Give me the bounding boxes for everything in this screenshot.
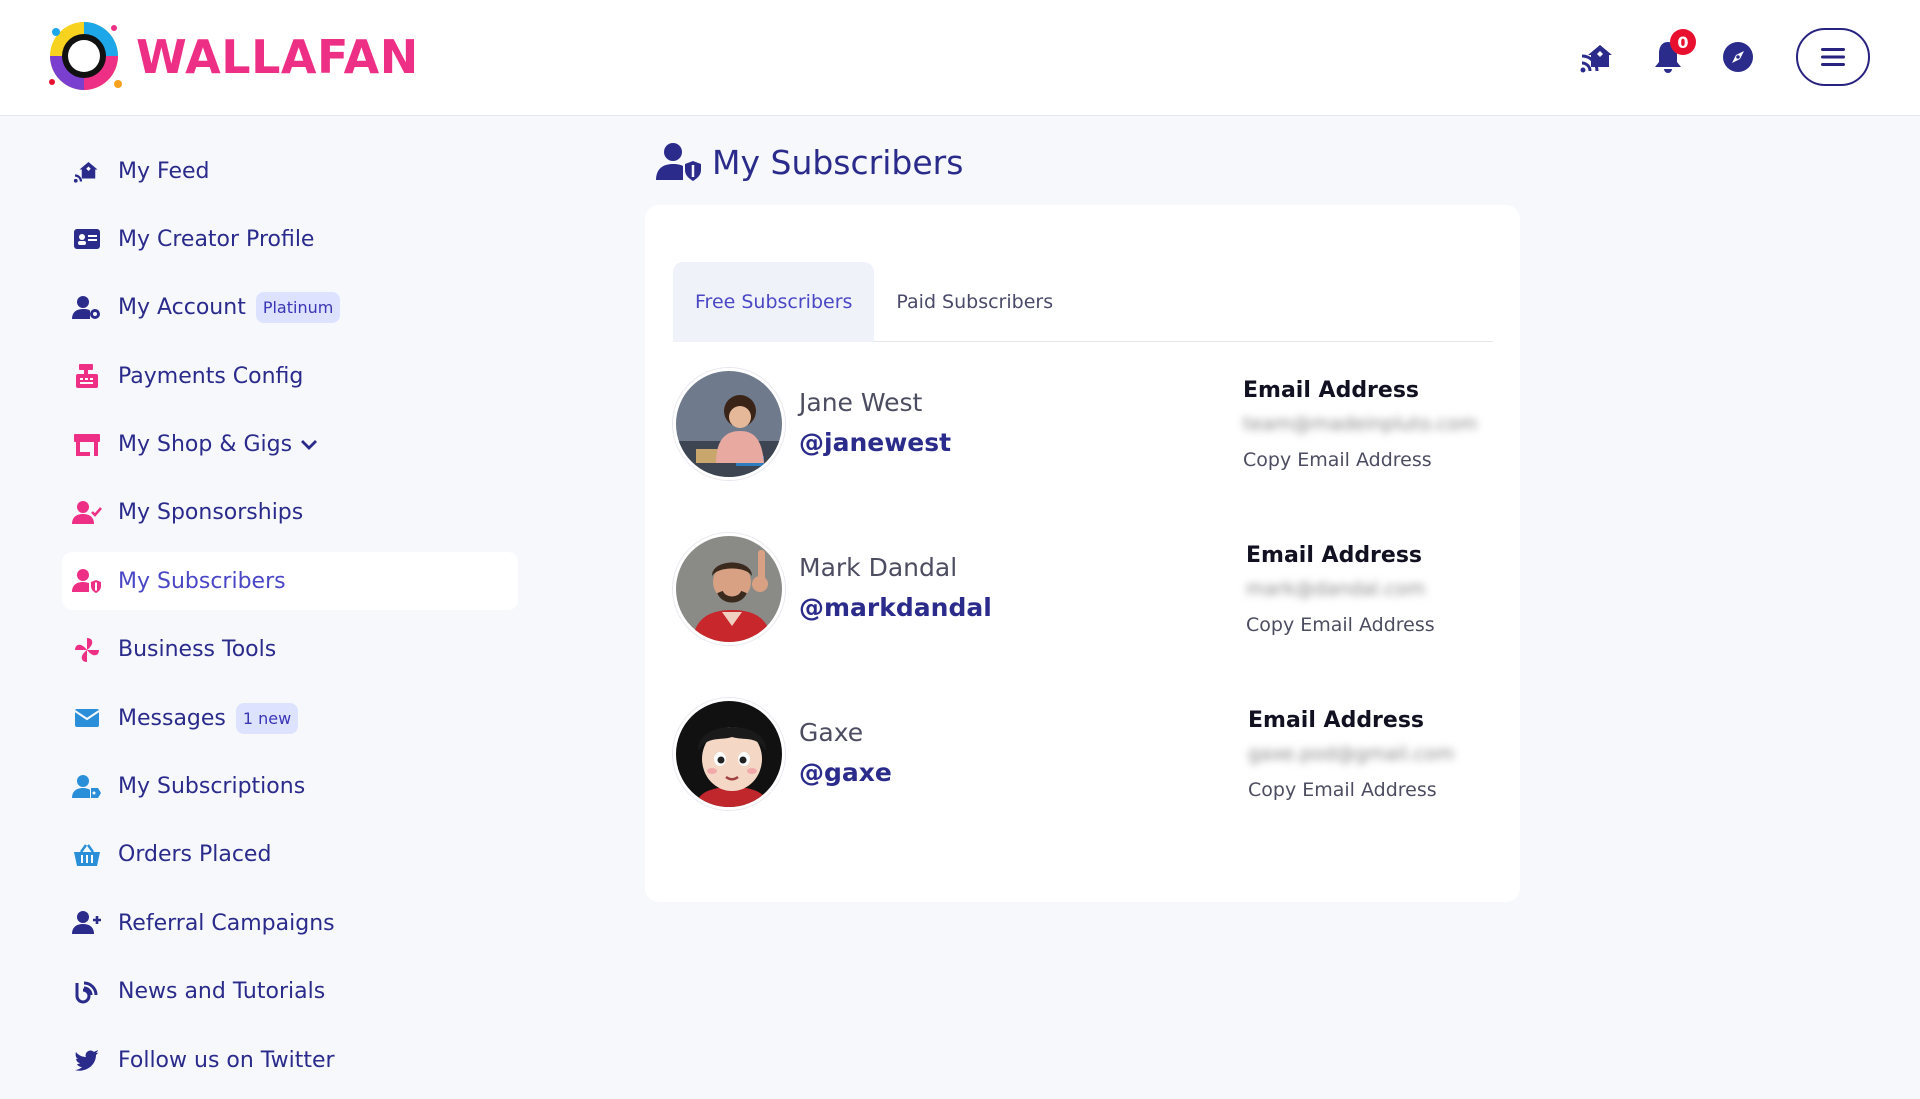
- sidebar-item-label: News and Tutorials: [118, 979, 326, 1005]
- envelope-icon: [72, 703, 102, 733]
- sidebar-item-my-feed[interactable]: My Feed: [62, 142, 518, 200]
- sidebar-item-label: Orders Placed: [118, 842, 272, 868]
- bell-icon[interactable]: 0: [1648, 29, 1696, 77]
- sidebar-item-label: My Subscriptions: [118, 774, 306, 800]
- sidebar-item-label: Referral Campaigns: [118, 910, 335, 936]
- sidebar-item-label: My Account: [118, 295, 246, 321]
- pinwheel-icon: [72, 635, 102, 665]
- sidebar-item-payments-config[interactable]: Payments Config: [62, 347, 518, 405]
- plan-badge: Platinum: [255, 292, 341, 324]
- top-actions: 0: [1578, 28, 1870, 86]
- email-value: team@madeinpluto.com: [1243, 413, 1478, 435]
- sidebar-item-label: Business Tools: [118, 637, 277, 663]
- sidebar-item-orders-placed[interactable]: Orders Placed: [62, 826, 518, 884]
- feed-icon[interactable]: [1578, 37, 1618, 77]
- subscriber-handle[interactable]: @janewest: [799, 428, 951, 457]
- sidebar-item-my-creator-profile[interactable]: My Creator Profile: [62, 210, 518, 268]
- copy-email-button[interactable]: Copy Email Address: [1243, 449, 1493, 471]
- sidebar-item-referral-campaigns[interactable]: Referral Campaigns: [62, 894, 518, 952]
- sidebar-item-news-and-tutorials[interactable]: News and Tutorials: [62, 963, 518, 1021]
- notification-badge: 0: [1670, 29, 1696, 55]
- twitter-icon: [72, 1045, 102, 1075]
- brand-name[interactable]: WALLAFAN: [136, 30, 419, 84]
- basket-icon: [72, 840, 102, 870]
- avatar[interactable]: [673, 698, 785, 810]
- tab-free-subscribers[interactable]: Free Subscribers: [673, 262, 875, 342]
- copy-email-button[interactable]: Copy Email Address: [1246, 614, 1496, 636]
- hamburger-menu-button[interactable]: [1796, 28, 1870, 86]
- email-label: Email Address: [1248, 708, 1425, 733]
- email-block: Email Address gaxe.pod@gmail.com Copy Em…: [1248, 708, 1498, 801]
- sidebar-item-label: Follow us on Twitter: [118, 1047, 335, 1073]
- sidebar-item-label: My Feed: [118, 158, 210, 184]
- subscriber-handle[interactable]: @markdandal: [799, 593, 992, 622]
- user-plus-icon: [72, 908, 102, 938]
- sidebar-item-label: My Sponsorships: [118, 500, 304, 526]
- top-bar: WALLAFAN 0: [0, 0, 1920, 116]
- id-card-icon: [72, 224, 102, 254]
- sidebar-item-messages[interactable]: Messages 1 new: [62, 689, 518, 747]
- wallafan-logo[interactable]: [42, 14, 126, 98]
- email-block: Email Address mark@dandal.com Copy Email…: [1246, 543, 1496, 636]
- shop-icon: [72, 430, 102, 460]
- user-shield-icon: [656, 143, 701, 181]
- user-gear-icon: [72, 293, 102, 323]
- sidebar-item-follow-us-on-twitter[interactable]: Follow us on Twitter: [62, 1031, 518, 1089]
- email-label: Email Address: [1246, 543, 1423, 568]
- user-tag-icon: [72, 772, 102, 802]
- subscriber-name: Jane West: [799, 388, 923, 417]
- subscriber-tabs: Free Subscribers Paid Subscribers: [673, 262, 1493, 342]
- email-block: Email Address team@madeinpluto.com Copy …: [1243, 378, 1493, 471]
- sidebar-nav: My Feed My Creator Profile My Account Pl…: [62, 142, 518, 1099]
- sidebar-item-label: Messages: [118, 705, 226, 731]
- subscriber-row: Jane West @janewest Email Address team@m…: [673, 368, 1493, 488]
- tab-paid-subscribers[interactable]: Paid Subscribers: [874, 262, 1075, 342]
- subscribers-card: Free Subscribers Paid Subscribers Jane W…: [645, 205, 1520, 902]
- subscriber-name: Gaxe: [799, 718, 864, 747]
- new-messages-badge: 1 new: [235, 702, 299, 734]
- sidebar-item-my-sponsorships[interactable]: My Sponsorships: [62, 484, 518, 542]
- cash-register-icon: [72, 361, 102, 391]
- compass-icon[interactable]: [1718, 37, 1758, 77]
- avatar[interactable]: [673, 368, 785, 480]
- email-value: gaxe.pod@gmail.com: [1248, 743, 1455, 765]
- feed-icon: [72, 156, 102, 186]
- sidebar-item-label: Payments Config: [118, 363, 304, 389]
- sidebar-item-my-subscribers[interactable]: My Subscribers: [62, 552, 518, 611]
- sidebar-item-business-tools[interactable]: Business Tools: [62, 621, 518, 679]
- sidebar-item-label: My Subscribers: [118, 568, 286, 594]
- sidebar-item-label: My Shop & Gigs: [118, 432, 293, 458]
- sidebar-item-my-subscriptions[interactable]: My Subscriptions: [62, 758, 518, 816]
- hamburger-menu-icon: [1821, 48, 1845, 66]
- sidebar-item-label: My Creator Profile: [118, 226, 315, 252]
- subscriber-row: Mark Dandal @markdandal Email Address ma…: [673, 533, 1493, 653]
- email-value: mark@dandal.com: [1246, 578, 1426, 600]
- page-title: My Subscribers: [712, 142, 964, 182]
- subscriber-row: Gaxe @gaxe Email Address gaxe.pod@gmail.…: [673, 698, 1493, 818]
- chevron-down-icon[interactable]: [300, 439, 318, 451]
- blog-icon: [72, 977, 102, 1007]
- page-header: My Subscribers: [656, 142, 963, 182]
- copy-email-button[interactable]: Copy Email Address: [1248, 779, 1498, 801]
- subscriber-name: Mark Dandal: [799, 553, 958, 582]
- subscriber-handle[interactable]: @gaxe: [799, 758, 892, 787]
- user-check-icon: [72, 498, 102, 528]
- avatar[interactable]: [673, 533, 785, 645]
- sidebar-item-my-shop-gigs[interactable]: My Shop & Gigs: [62, 416, 518, 474]
- sidebar-item-my-account[interactable]: My Account Platinum: [62, 279, 518, 337]
- user-shield-icon: [72, 566, 102, 596]
- email-label: Email Address: [1243, 378, 1420, 403]
